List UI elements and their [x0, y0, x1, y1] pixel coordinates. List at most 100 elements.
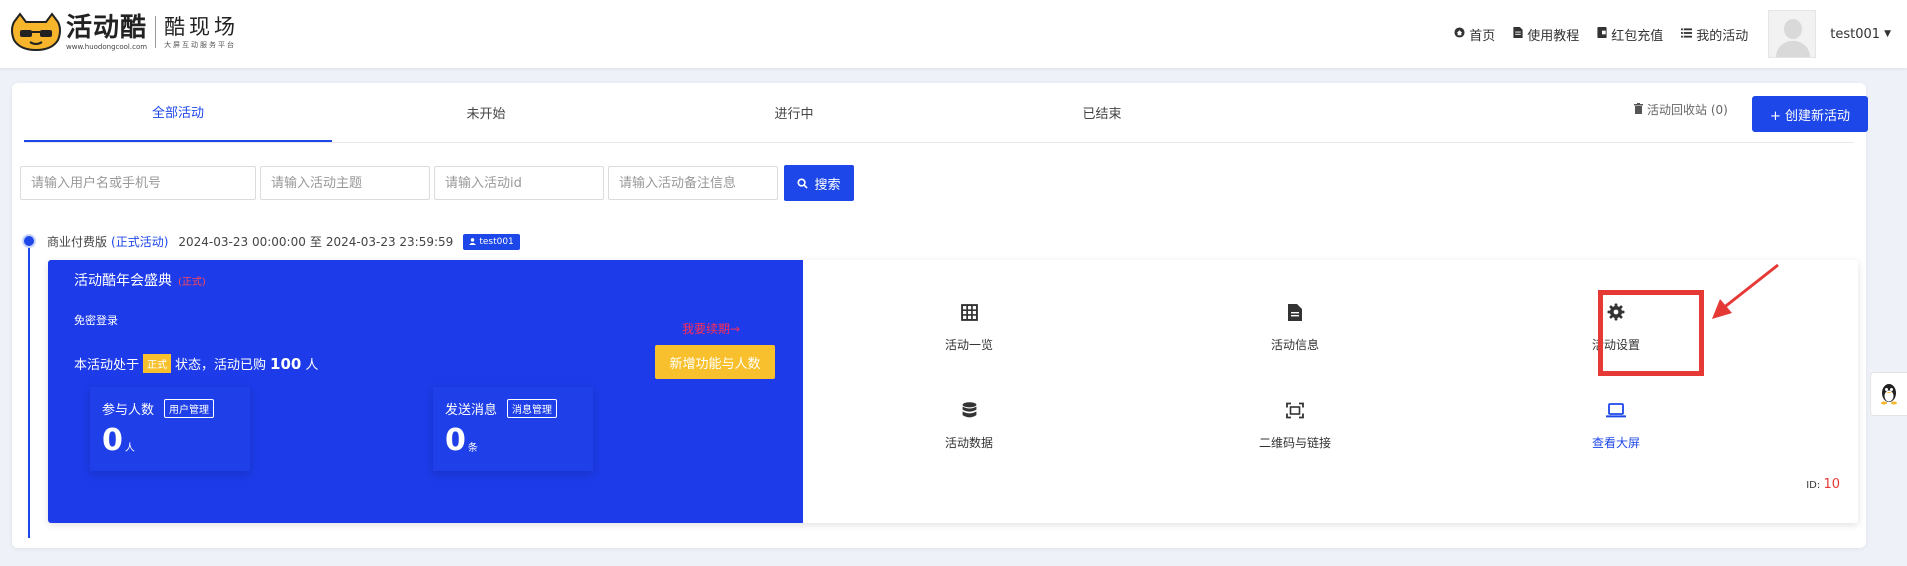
event-time-start: 2024-03-23 00:00:00 [178, 234, 306, 249]
search-icon [797, 177, 809, 189]
event-title-row: 活动酷年会盛典 (正式) [74, 270, 206, 290]
participants-label: 参与人数 [102, 403, 155, 418]
event-actions: 活动一览 活动信息 活动设置 活动数据 二维码与链接 查看大屏 ID: 10 [803, 260, 1858, 523]
database-icon [959, 400, 979, 420]
nav-recharge[interactable]: 红包充值 [1597, 25, 1663, 44]
search-button[interactable]: 搜索 [784, 165, 854, 201]
action-info[interactable]: 活动信息 [1235, 302, 1355, 362]
settings-highlight-box [1598, 290, 1704, 376]
logo-url-text: www.huodongcool.com [66, 43, 148, 51]
status-middle: 状态，活动已购 [175, 358, 267, 373]
nav-recharge-label: 红包充值 [1611, 28, 1664, 44]
book-icon [1513, 27, 1523, 41]
messages-value: 0 [445, 423, 466, 458]
tab-ended[interactable]: 已结束 [948, 83, 1256, 142]
main-panel: 全部活动 未开始 进行中 已结束 活动回收站 (0) + 创建新活动 搜索 商业… [12, 83, 1868, 548]
event-summary: 活动酷年会盛典 (正式) 免密登录 本活动处于 正式 状态，活动已购 100 人… [48, 260, 803, 523]
action-big-screen-label: 查看大屏 [1591, 436, 1640, 450]
participants-value: 0 [102, 423, 123, 458]
event-title[interactable]: 活动酷年会盛典 [74, 270, 172, 290]
nav-my-events-label: 我的活动 [1696, 28, 1749, 44]
status-badge: 正式 [143, 354, 172, 373]
wallet-icon [1597, 27, 1607, 41]
top-header: 活动酷 www.huodongcool.com 酷现场 大屏互动服务平台 首页 … [0, 0, 1907, 68]
tab-in-progress[interactable]: 进行中 [640, 83, 948, 142]
nav-tutorial[interactable]: 使用教程 [1513, 25, 1579, 44]
username-phone-input[interactable] [20, 166, 256, 200]
event-title-state: (正式) [178, 276, 206, 288]
recycle-bin-link[interactable]: 活动回收站 (0) [1634, 101, 1728, 118]
action-info-label: 活动信息 [1270, 338, 1319, 352]
nav-tutorial-label: 使用教程 [1527, 28, 1580, 44]
event-id: ID: 10 [1806, 477, 1840, 492]
top-nav: 首页 使用教程 红包充值 我的活动 test001 ▼ [1436, 0, 1891, 68]
username[interactable]: test001 [1830, 27, 1880, 42]
tab-all[interactable]: 全部活动 [24, 83, 332, 142]
event-id-input[interactable] [434, 166, 604, 200]
logo[interactable]: 活动酷 www.huodongcool.com 酷现场 大屏互动服务平台 [10, 12, 239, 52]
logo-sub-text: 酷现场 [164, 15, 240, 39]
purchased-count: 100 [270, 354, 302, 373]
tabs-divider [24, 142, 1854, 143]
chevron-down-icon[interactable]: ▼ [1884, 29, 1891, 39]
qq-support-button[interactable] [1870, 372, 1907, 416]
action-overview-label: 活动一览 [944, 338, 993, 352]
event-note-input[interactable] [608, 166, 778, 200]
status-prefix: 本活动处于 [74, 358, 140, 373]
event-card: 活动酷年会盛典 (正式) 免密登录 本活动处于 正式 状态，活动已购 100 人… [48, 260, 1858, 523]
event-meta: 商业付费版 (正式活动) 2024-03-23 00:00:00 至 2024-… [47, 233, 520, 250]
messages-unit: 条 [467, 443, 478, 454]
event-id-label: ID: [1806, 480, 1821, 491]
search-button-label: 搜索 [814, 177, 841, 193]
action-qrcode[interactable]: 二维码与链接 [1235, 400, 1355, 460]
action-overview[interactable]: 活动一览 [909, 302, 1029, 362]
create-event-button[interactable]: + 创建新活动 [1752, 96, 1868, 132]
home-icon [1454, 27, 1465, 41]
action-data[interactable]: 活动数据 [909, 400, 1029, 460]
recycle-label: 活动回收站 [1647, 103, 1708, 117]
renew-link[interactable]: 我要续期→ [682, 320, 740, 337]
trash-icon [1634, 102, 1643, 117]
avatar[interactable] [1768, 10, 1817, 58]
messages-label: 发送消息 [445, 403, 498, 418]
action-qrcode-label: 二维码与链接 [1258, 436, 1331, 450]
plan-label: 商业付费版 [47, 235, 108, 249]
action-data-label: 活动数据 [944, 436, 993, 450]
logo-main-text: 活动酷 [66, 13, 148, 43]
recycle-count: (0) [1710, 102, 1728, 117]
user-icon [469, 238, 477, 245]
message-management-button[interactable]: 消息管理 [507, 399, 558, 418]
login-mode: 免密登录 [74, 314, 118, 327]
event-time-sep: 至 [309, 235, 322, 249]
annotation-arrow-icon [1712, 263, 1779, 319]
timeline-line [28, 240, 30, 538]
qrcode-scan-icon [1285, 400, 1305, 420]
timeline-dot [22, 234, 36, 248]
owner-tag: test001 [463, 233, 520, 250]
event-time-end: 2024-03-23 23:59:59 [325, 234, 454, 249]
event-status-line: 本活动处于 正式 状态，活动已购 100 人 [74, 354, 318, 373]
event-id-value: 10 [1823, 477, 1840, 492]
search-row: 搜索 [20, 165, 854, 201]
participants-unit: 人 [124, 443, 135, 454]
nav-home[interactable]: 首页 [1454, 25, 1495, 44]
participants-stat: 参与人数 用户管理 0 人 [90, 387, 250, 471]
action-big-screen[interactable]: 查看大屏 [1556, 400, 1676, 460]
plan-type-link[interactable]: (正式活动) [111, 233, 168, 250]
tab-not-started[interactable]: 未开始 [332, 83, 640, 142]
logo-divider [155, 16, 157, 48]
owner-tag-label: test001 [479, 236, 514, 247]
nav-home-label: 首页 [1469, 28, 1496, 44]
cat-logo-icon [11, 12, 61, 52]
purchased-unit: 人 [305, 358, 319, 373]
nav-my-events[interactable]: 我的活动 [1681, 25, 1748, 44]
add-features-button[interactable]: 新增功能与人数 [655, 345, 775, 379]
laptop-icon [1606, 400, 1626, 420]
document-icon [1285, 302, 1305, 322]
event-topic-input[interactable] [260, 166, 430, 200]
penguin-icon [1881, 384, 1897, 405]
grid-icon [959, 302, 979, 322]
list-icon [1681, 27, 1693, 41]
user-management-button[interactable]: 用户管理 [164, 399, 215, 418]
logo-sub-small-text: 大屏互动服务平台 [164, 41, 237, 49]
